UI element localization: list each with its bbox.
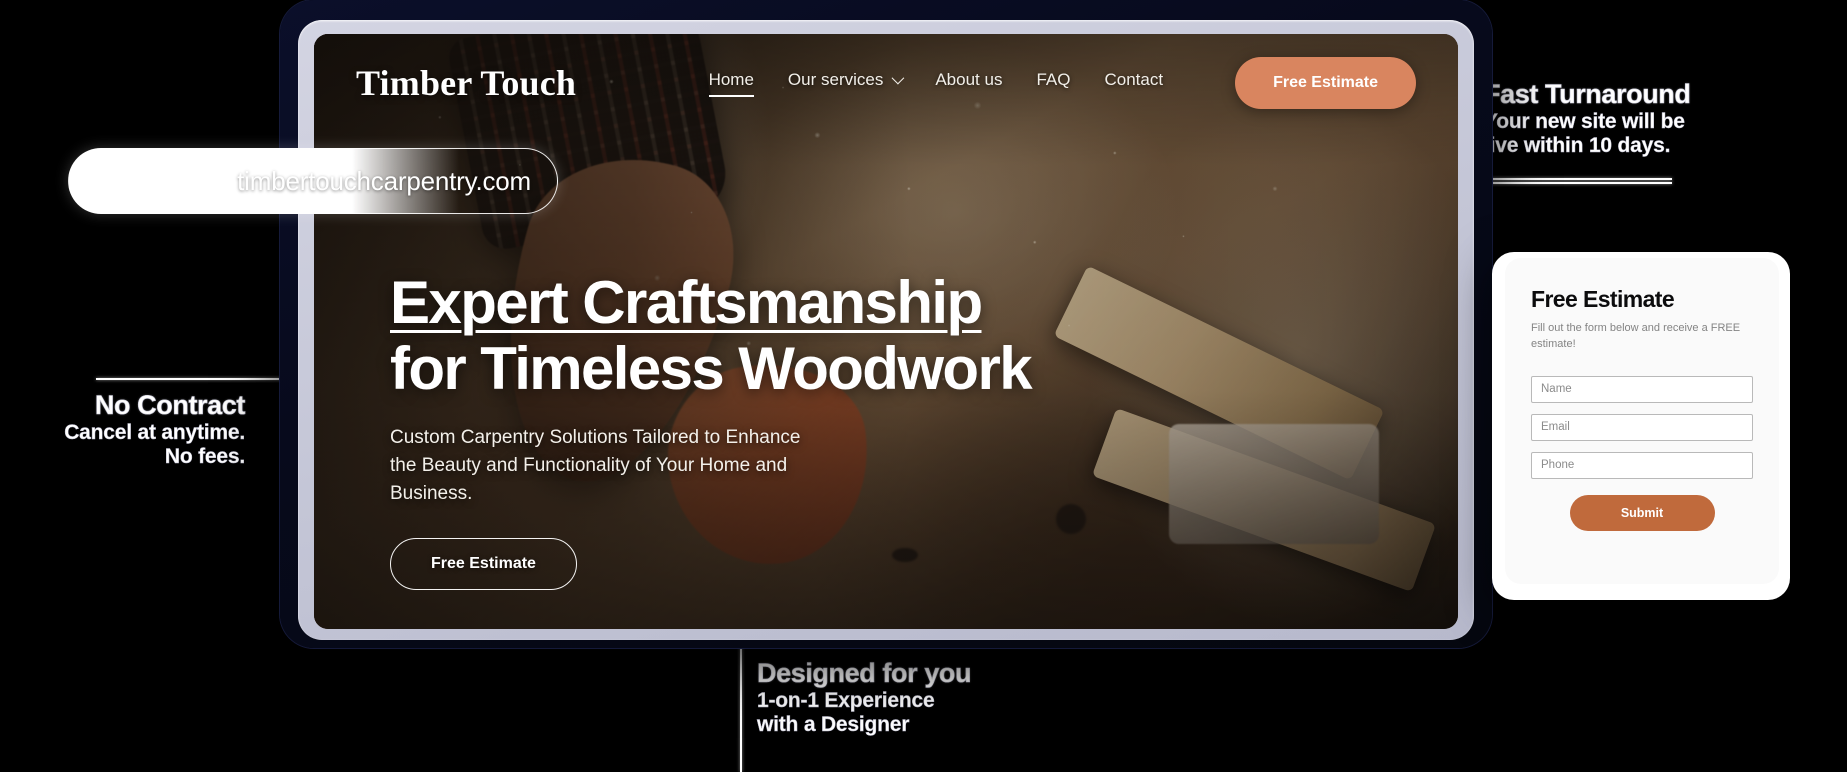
hero-title-line-2: for Timeless Woodwork	[390, 334, 1033, 402]
nav-item-contact[interactable]: Contact	[1104, 70, 1163, 97]
nav-item-about-us[interactable]: About us	[935, 70, 1002, 97]
nav-item-contact-label: Contact	[1104, 69, 1164, 89]
free-estimate-subtitle: Fill out the form below and receive a FR…	[1531, 322, 1741, 350]
screenshot-root: Fast Turnaround Your new site will be li…	[0, 0, 1847, 772]
callout-designed-subtitle-line1: 1-on-1 Experience	[757, 689, 935, 713]
email-field[interactable]	[1531, 413, 1753, 441]
browser-viewport: Timber Touch Home Our services About us …	[314, 34, 1458, 629]
nav-item-faq-label: FAQ	[1036, 69, 1071, 89]
callout-no-contract-subtitle-line2: No fees.	[164, 445, 246, 469]
hero-free-estimate-button[interactable]: Free Estimate	[390, 537, 577, 590]
nav-item-faq[interactable]: FAQ	[1036, 70, 1070, 97]
callout-designed-subtitle-line2: with a Designer	[757, 713, 910, 737]
name-field[interactable]	[1531, 375, 1753, 403]
hero-copy: Expert Craftsmanship for Timeless Woodwo…	[390, 269, 1033, 590]
callout-fast-turnaround-title: Fast Turnaround	[1484, 79, 1691, 110]
callout-no-contract-connector-line	[96, 378, 296, 380]
hero-subtitle: Custom Carpentry Solutions Tailored to E…	[390, 426, 801, 504]
nav-item-about-us-label: About us	[935, 69, 1003, 89]
site-navbar: Timber Touch Home Our services About us …	[314, 34, 1458, 132]
url-bar[interactable]: timbertouchcarpentry.com	[68, 148, 558, 214]
callout-fast-turnaround-connector-line-2	[1476, 182, 1672, 184]
nav-item-home-label: Home	[708, 69, 754, 89]
free-estimate-title: Free Estimate	[1531, 286, 1675, 312]
callout-designed-connector-line	[740, 645, 742, 772]
chevron-down-icon	[891, 71, 905, 85]
callout-fast-turnaround-subtitle-line2: live within 10 days.	[1484, 134, 1671, 158]
hero-title-line-1: Expert Craftsmanship	[390, 269, 983, 336]
nav-item-our-services[interactable]: Our services	[787, 69, 905, 97]
callout-fast-turnaround-subtitle-line1: Your new site will be	[1484, 110, 1685, 134]
callout-no-contract: No Contract Cancel at anytime. No fees.	[0, 390, 290, 468]
callout-fast-turnaround-connector-line	[1476, 178, 1672, 180]
site-logo[interactable]: Timber Touch	[356, 62, 576, 104]
nav-item-our-services-label: Our services	[787, 69, 884, 89]
url-bar-text: timbertouchcarpentry.com	[237, 165, 531, 196]
callout-fast-turnaround: Fast Turnaround Your new site will be li…	[1484, 79, 1691, 157]
submit-button[interactable]: Submit	[1569, 494, 1715, 531]
nav-free-estimate-button[interactable]: Free Estimate	[1235, 57, 1416, 109]
nav-item-home[interactable]: Home	[708, 69, 755, 97]
callout-designed-title: Designed for you	[757, 658, 972, 689]
phone-field[interactable]	[1531, 451, 1753, 479]
free-estimate-panel: Free Estimate Fill out the form below an…	[1505, 258, 1779, 584]
callout-no-contract-title: No Contract	[94, 390, 246, 421]
nav-links: Home Our services About us FAQ Contact F…	[708, 57, 1416, 109]
callout-designed-for-you: Designed for you 1-on-1 Experience with …	[757, 658, 972, 737]
callout-no-contract-subtitle-line1: Cancel at anytime.	[64, 421, 245, 445]
free-estimate-fields: Submit	[1531, 375, 1753, 531]
